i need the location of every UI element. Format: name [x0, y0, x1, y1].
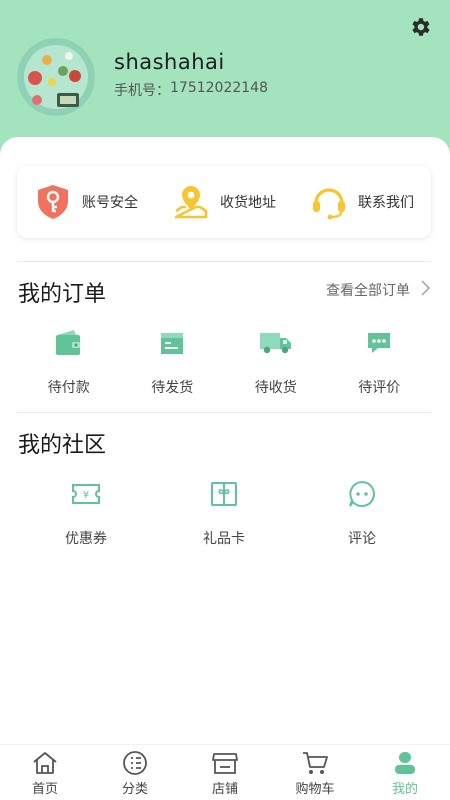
- tab-cart-label: 购物车: [295, 782, 335, 797]
- chevron-right-icon: [420, 280, 431, 300]
- shipping-address-button[interactable]: 收货地址: [172, 183, 276, 221]
- divider: [17, 412, 431, 413]
- wallet-icon: [51, 325, 87, 361]
- comments-label: 评论: [348, 531, 376, 547]
- chat-bubble-icon: [361, 325, 397, 361]
- view-all-orders-link[interactable]: 查看全部订单: [326, 280, 431, 300]
- shipping-address-label: 收货地址: [220, 195, 276, 211]
- order-pending-shipment-label: 待发货: [151, 380, 194, 396]
- tab-store-label: 店铺: [211, 782, 238, 797]
- tab-cart[interactable]: 购物车: [270, 745, 360, 800]
- order-pending-payment[interactable]: 待付款: [17, 325, 121, 397]
- location-pin-icon: [172, 183, 210, 221]
- account-security-label: 账号安全: [82, 195, 138, 211]
- order-pending-receipt-label: 待收货: [254, 380, 297, 396]
- coupons-button[interactable]: ¥ 优惠券: [17, 476, 155, 548]
- contact-us-button[interactable]: 联系我们: [310, 183, 414, 221]
- community-section-title: 我的社区: [18, 433, 107, 458]
- tab-profile-label: 我的: [391, 782, 418, 797]
- settings-gear-icon[interactable]: [408, 15, 432, 39]
- gift-card-label: 礼品卡: [203, 531, 245, 547]
- shield-key-icon: [34, 183, 72, 221]
- svg-text:¥: ¥: [83, 490, 89, 501]
- order-pending-review-label: 待评价: [358, 380, 401, 396]
- orders-grid: 待付款 待发货 待收货 待评价: [17, 325, 431, 397]
- coupon-icon: ¥: [68, 476, 104, 512]
- view-all-orders-label: 查看全部订单: [326, 283, 410, 299]
- orders-section-title: 我的订单: [18, 282, 107, 307]
- profile-icon: [391, 750, 419, 776]
- tab-profile[interactable]: 我的: [360, 745, 450, 800]
- home-icon: [31, 750, 59, 776]
- truck-icon: [258, 325, 294, 361]
- gift-card-button[interactable]: 礼品卡: [155, 476, 293, 548]
- tab-category[interactable]: 分类: [90, 745, 180, 800]
- username: shashahai: [114, 50, 225, 74]
- avatar[interactable]: [17, 38, 95, 116]
- divider: [17, 261, 431, 262]
- tab-store[interactable]: 店铺: [180, 745, 270, 800]
- order-pending-receipt[interactable]: 待收货: [224, 325, 328, 397]
- store-icon: [211, 750, 239, 776]
- account-security-button[interactable]: 账号安全: [34, 183, 138, 221]
- bottom-tab-bar: 首页 分类 店铺 购物车 我的: [0, 744, 450, 800]
- headset-icon: [310, 183, 348, 221]
- comment-icon: [344, 476, 380, 512]
- comments-button[interactable]: 评论: [293, 476, 431, 548]
- cart-icon: [301, 750, 329, 776]
- phone-label: 手机号：: [114, 83, 170, 99]
- tab-home[interactable]: 首页: [0, 745, 90, 800]
- order-pending-review[interactable]: 待评价: [328, 325, 432, 397]
- package-icon: [154, 325, 190, 361]
- category-icon: [121, 750, 149, 776]
- quick-actions-card: 账号安全 收货地址 联系我们: [17, 166, 431, 238]
- phone-number: 17512022148: [170, 80, 268, 96]
- gift-card-icon: [206, 476, 242, 512]
- contact-us-label: 联系我们: [358, 195, 414, 211]
- tab-home-label: 首页: [31, 782, 58, 797]
- tab-category-label: 分类: [121, 782, 148, 797]
- order-pending-shipment[interactable]: 待发货: [121, 325, 225, 397]
- community-grid: ¥ 优惠券 礼品卡 评论: [17, 476, 431, 548]
- order-pending-payment-label: 待付款: [47, 380, 90, 396]
- coupons-label: 优惠券: [65, 531, 107, 547]
- phone-row: 手机号： 17512022148: [114, 80, 268, 100]
